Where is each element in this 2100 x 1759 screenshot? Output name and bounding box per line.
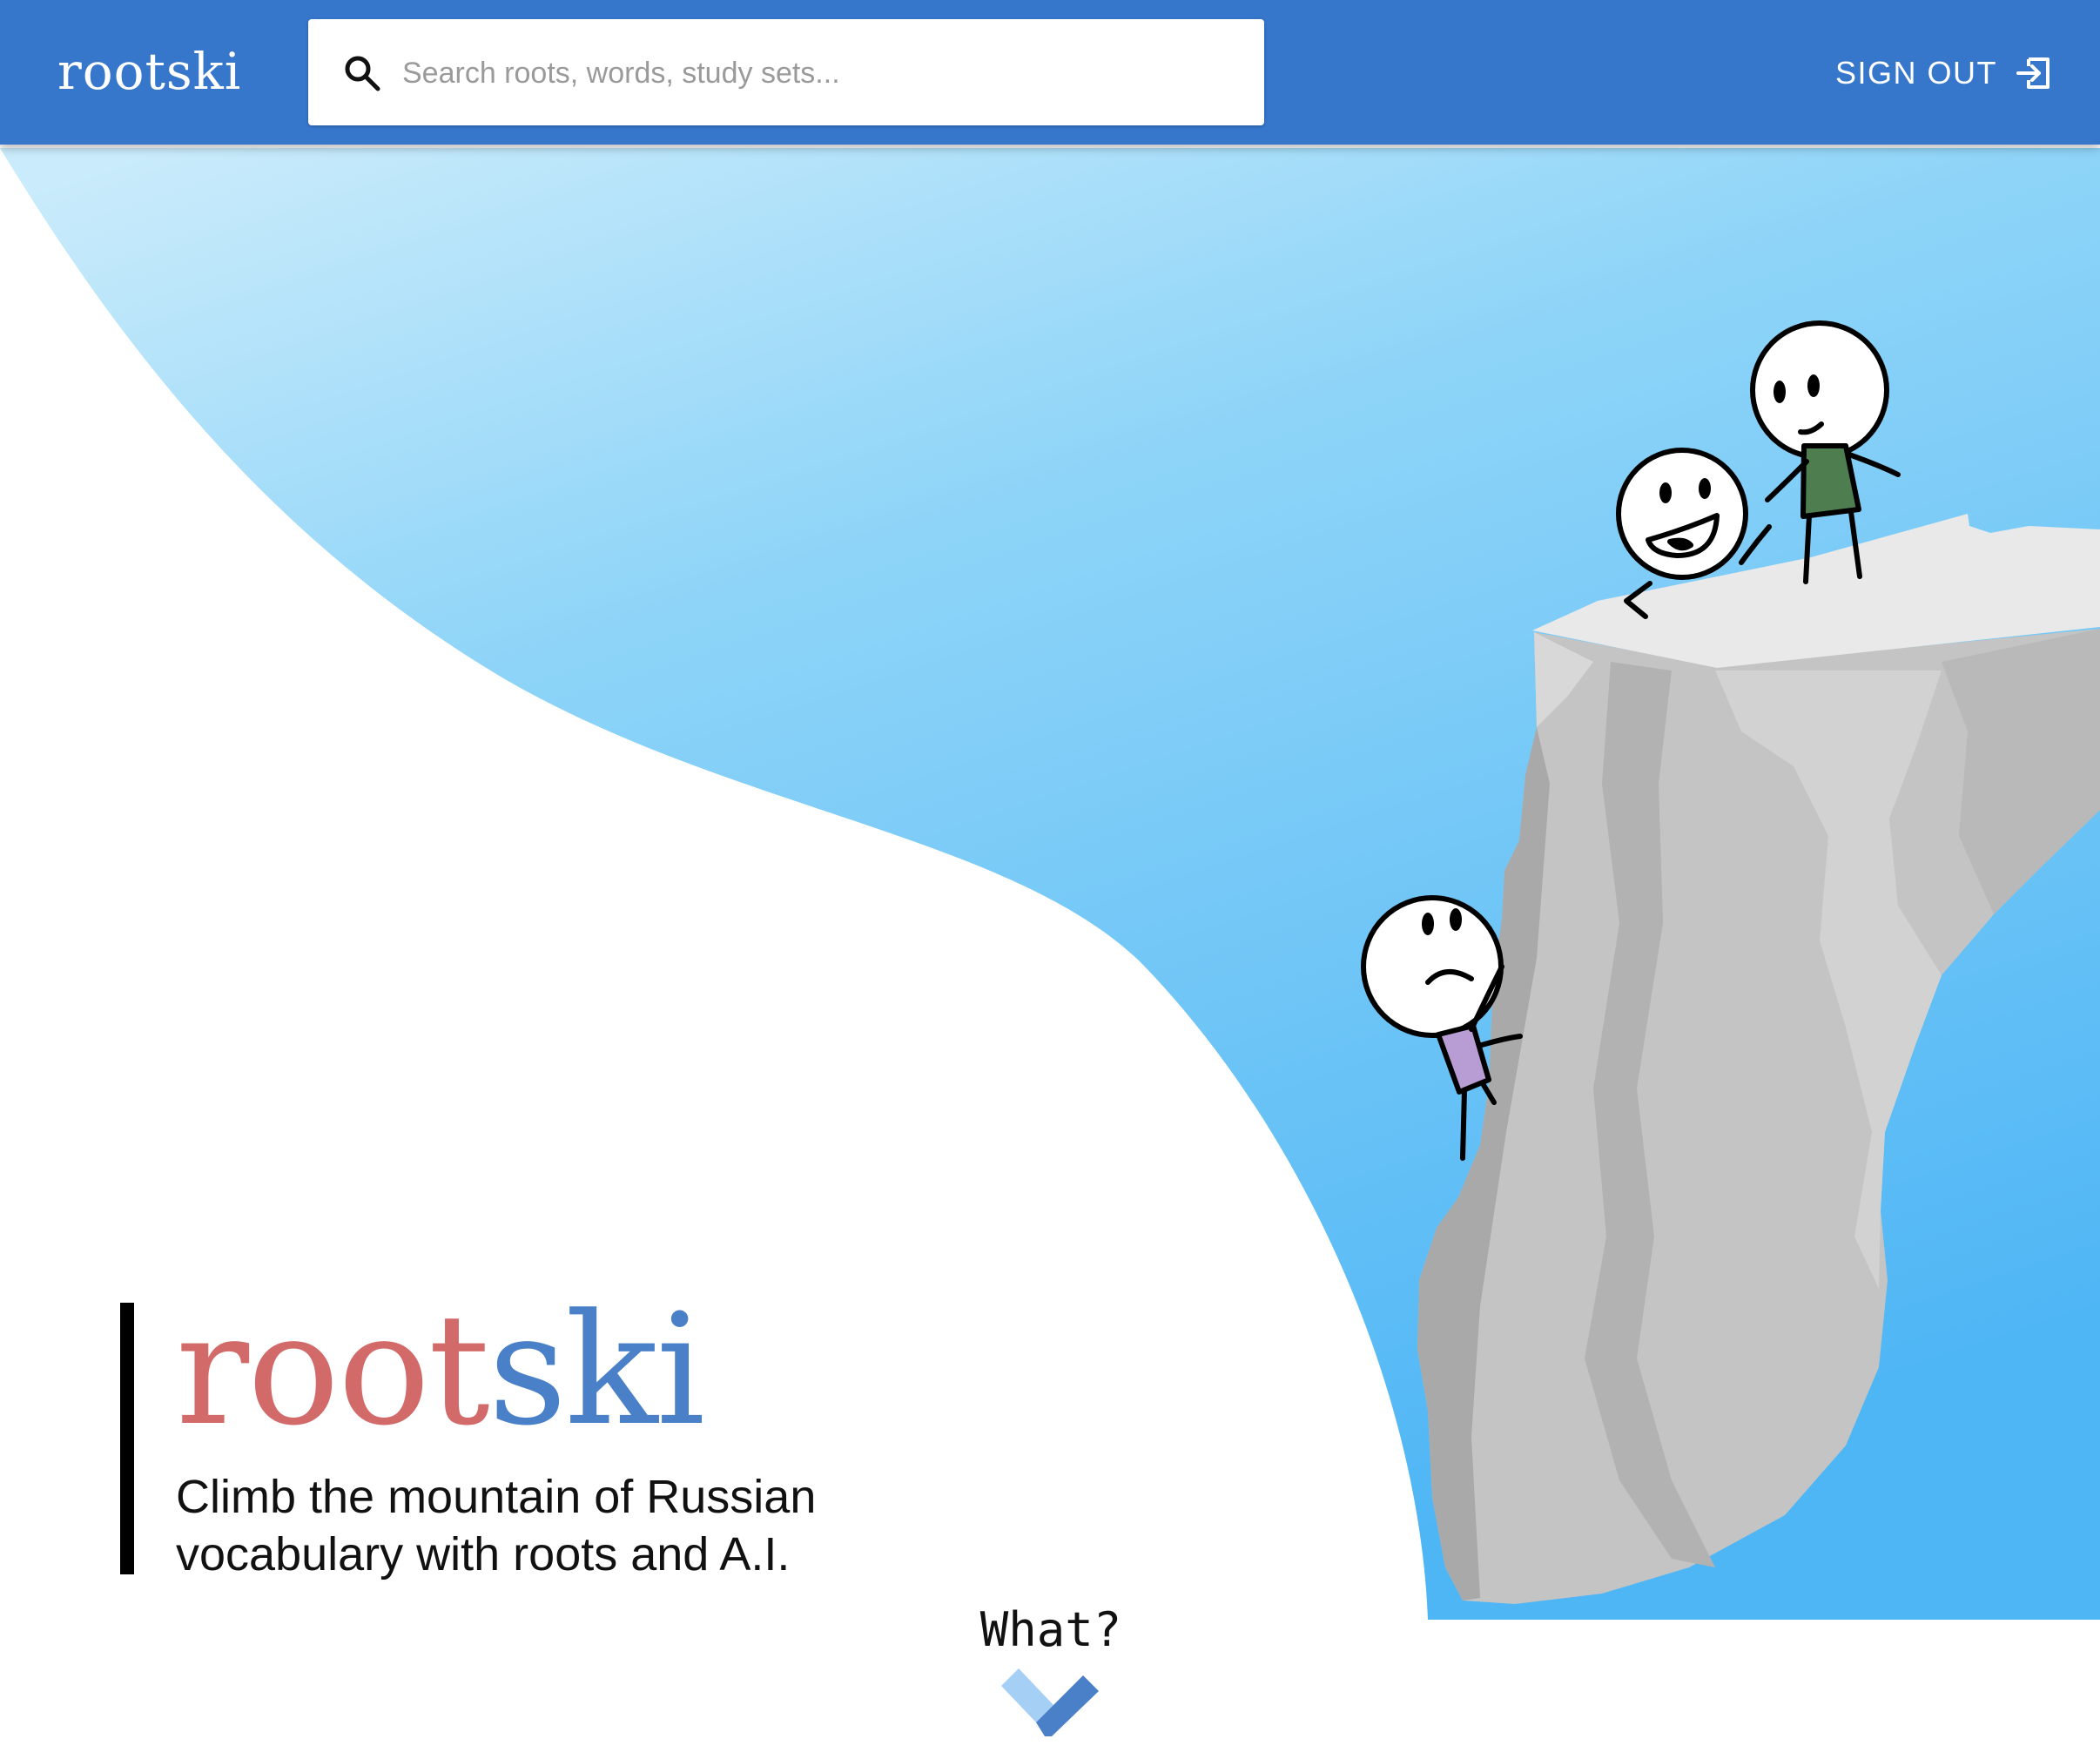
- search-icon: [345, 56, 380, 91]
- hero-subtitle-line1: Climb the mountain of Russian: [176, 1471, 817, 1523]
- chevron-down-icon[interactable]: [998, 1663, 1102, 1736]
- top-app-bar: rootski SIGN OUT: [0, 0, 2100, 145]
- sign-out-label: SIGN OUT: [1834, 55, 1997, 91]
- search-input[interactable]: [400, 19, 1240, 127]
- logout-icon: [2016, 57, 2050, 89]
- hero-title-ski: ski: [488, 1281, 705, 1459]
- hero-subtitle-line2: vocabulary with roots and A.I.: [176, 1528, 791, 1580]
- sign-out-button[interactable]: SIGN OUT: [1835, 45, 2053, 101]
- hero-title-root: root: [176, 1281, 490, 1459]
- what-link[interactable]: What?: [958, 1602, 1144, 1657]
- hero-title: rootski: [176, 1294, 959, 1447]
- hero-subtitle: Climb the mountain of Russian vocabulary…: [176, 1468, 959, 1583]
- hero-text-block: rootski Climb the mountain of Russian vo…: [120, 1294, 959, 1580]
- brand-logo[interactable]: rootski: [57, 38, 241, 104]
- search-bar[interactable]: [308, 19, 1264, 127]
